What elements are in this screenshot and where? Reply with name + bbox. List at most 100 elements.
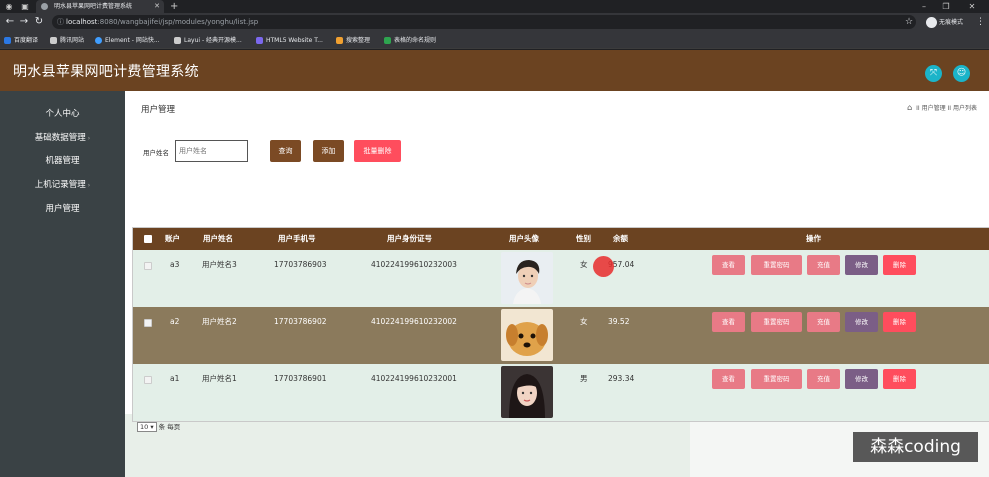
bookmark-item[interactable]: Element - 网站快... <box>95 34 160 47</box>
avatar <box>501 309 553 361</box>
avatar <box>501 252 553 304</box>
home-icon[interactable]: ⌂ <box>907 103 912 112</box>
window-close-icon[interactable]: ✕ <box>961 0 983 13</box>
cell-balance: 293.34 <box>608 374 635 383</box>
reset-password-button[interactable]: 重置密码 <box>751 312 802 332</box>
table-header: 账户 用户姓名 用户手机号 用户身份证号 用户头像 性别 余额 操作 <box>133 228 989 250</box>
pagination: 10 ▾ 条 每页 <box>137 421 180 432</box>
address-bar[interactable]: ⓘ localhost:8080/wangbajifei/jsp/modules… <box>52 15 916 29</box>
bookmark-item[interactable]: 搜索整理 <box>336 34 370 47</box>
back-icon[interactable]: ← <box>4 16 16 28</box>
view-button[interactable]: 查看 <box>712 312 745 332</box>
delete-button[interactable]: 删除 <box>883 255 916 275</box>
search-label: 用户姓名 <box>143 149 169 157</box>
bookmark-favicon-icon <box>4 37 11 44</box>
bookmark-item[interactable]: 腾讯网站 <box>50 34 84 47</box>
edit-button[interactable]: 修改 <box>845 255 878 275</box>
app-header: 明水县苹果网吧计费管理系统 ⤧ ☺ <box>0 50 989 91</box>
cell-account: a2 <box>170 317 180 326</box>
chevron-right-icon: › <box>87 135 91 142</box>
edit-button[interactable]: 修改 <box>845 312 878 332</box>
column-header: 账户 <box>165 234 180 243</box>
recharge-button[interactable]: 充值 <box>807 312 840 332</box>
cell-phone: 17703786901 <box>274 374 327 383</box>
browser-menu-icon[interactable]: ◉ <box>4 2 14 11</box>
app-title: 明水县苹果网吧计费管理系统 <box>13 64 199 80</box>
row-checkbox[interactable] <box>144 262 152 270</box>
bookmark-star-icon[interactable]: ☆ <box>905 16 913 28</box>
browser-tab-active[interactable]: 明水县苹果网吧计费管理系统 ✕ <box>36 0 164 13</box>
view-button[interactable]: 查看 <box>712 369 745 389</box>
sidebar-item-users[interactable]: 用户管理 <box>0 199 125 219</box>
window-restore-icon[interactable]: ❐ <box>935 0 957 13</box>
username-search-input[interactable] <box>175 140 248 162</box>
cell-balance: 39.52 <box>608 317 630 326</box>
bookmark-favicon-icon <box>384 37 391 44</box>
forward-icon[interactable]: → <box>18 16 30 28</box>
cell-name: 用户姓名1 <box>202 374 237 383</box>
window-minimize-icon[interactable]: – <box>913 0 935 13</box>
bookmark-item[interactable]: HTML5 Website T... <box>256 34 323 47</box>
url-host: localhost <box>66 18 98 26</box>
recharge-button[interactable]: 充值 <box>807 255 840 275</box>
column-header: 用户姓名 <box>203 234 233 243</box>
cell-idcard: 410224199610232001 <box>371 374 457 383</box>
view-button[interactable]: 查看 <box>712 255 745 275</box>
tab-search-icon[interactable]: ▣ <box>20 2 30 11</box>
bookmark-item[interactable]: Layui - 经典开源模... <box>174 34 242 47</box>
table-row[interactable]: a1 用户姓名1 17703786901 410224199610232001 … <box>133 364 989 421</box>
cell-idcard: 410224199610232002 <box>371 317 457 326</box>
app-root: 明水县苹果网吧计费管理系统 ⤧ ☺ 个人中心 基础数据管理 › 机器管理 上机记录… <box>0 50 989 477</box>
main-content: 用户管理 ⌂ II 用户管理 II 用户列表 用户姓名 查询 添加 批量删除 账… <box>125 91 989 477</box>
reload-icon[interactable]: ↻ <box>33 16 45 28</box>
site-info-icon[interactable]: ⓘ <box>57 15 64 29</box>
fullscreen-icon[interactable]: ⤧ <box>925 65 942 82</box>
sidebar: 个人中心 基础数据管理 › 机器管理 上机记录管理 › 用户管理 <box>0 91 125 477</box>
tab-favicon-icon <box>41 3 48 10</box>
user-profile-icon[interactable]: ☺ <box>953 65 970 82</box>
bookmark-item[interactable]: 表格的命名规则 <box>384 34 436 47</box>
sidebar-item-basic-data[interactable]: 基础数据管理 › <box>0 128 125 148</box>
column-header: 性别 <box>576 234 591 243</box>
sidebar-item-machines[interactable]: 机器管理 <box>0 151 125 171</box>
row-checkbox[interactable] <box>144 376 152 384</box>
table-row[interactable]: a2 用户姓名2 17703786902 410224199610232002 … <box>133 307 989 364</box>
tab-close-icon[interactable]: ✕ <box>154 0 160 13</box>
add-button[interactable]: 添加 <box>313 140 344 162</box>
breadcrumb-item[interactable]: 用户管理 <box>922 105 946 112</box>
bookmarks-bar: 百度翻译 腾讯网站 Element - 网站快... Layui - 经典开源模… <box>0 32 989 49</box>
avatar <box>501 366 553 418</box>
delete-button[interactable]: 删除 <box>883 369 916 389</box>
bookmark-favicon-icon <box>174 37 181 44</box>
row-checkbox[interactable] <box>144 319 152 327</box>
puppy-photo <box>501 309 553 361</box>
cell-idcard: 410224199610232003 <box>371 260 457 269</box>
query-button[interactable]: 查询 <box>270 140 301 162</box>
sidebar-item-personal-center[interactable]: 个人中心 <box>0 104 125 124</box>
table-row[interactable]: a3 用户姓名3 17703786903 410224199610232003 … <box>133 250 989 307</box>
column-header: 操作 <box>806 234 821 243</box>
breadcrumb: ⌂ II 用户管理 II 用户列表 <box>907 103 977 112</box>
bookmark-favicon-icon <box>50 37 57 44</box>
browser-menu-kebab-icon[interactable]: ⋮ <box>976 16 985 28</box>
boy-photo <box>501 252 553 304</box>
cell-name: 用户姓名2 <box>202 317 237 326</box>
sidebar-item-session-records[interactable]: 上机记录管理 › <box>0 175 125 195</box>
cell-account: a1 <box>170 374 180 383</box>
browser-tab-bar: ◉ ▣ 明水县苹果网吧计费管理系统 ✕ + – ❐ ✕ <box>0 0 989 13</box>
bookmark-item[interactable]: 百度翻译 <box>4 34 38 47</box>
page-size-select[interactable]: 10 ▾ <box>137 422 157 432</box>
batch-delete-button[interactable]: 批量删除 <box>354 140 401 162</box>
bookmark-favicon-icon <box>256 37 263 44</box>
select-all-checkbox[interactable] <box>144 235 152 243</box>
chevron-right-icon: › <box>87 182 91 189</box>
new-tab-icon[interactable]: + <box>170 0 178 13</box>
incognito-icon <box>926 17 937 28</box>
edit-button[interactable]: 修改 <box>845 369 878 389</box>
delete-button[interactable]: 删除 <box>883 312 916 332</box>
page-size-suffix: 条 每页 <box>158 423 181 431</box>
reset-password-button[interactable]: 重置密码 <box>751 369 802 389</box>
incognito-indicator[interactable]: 无痕模式 <box>924 16 970 29</box>
reset-password-button[interactable]: 重置密码 <box>751 255 802 275</box>
recharge-button[interactable]: 充值 <box>807 369 840 389</box>
